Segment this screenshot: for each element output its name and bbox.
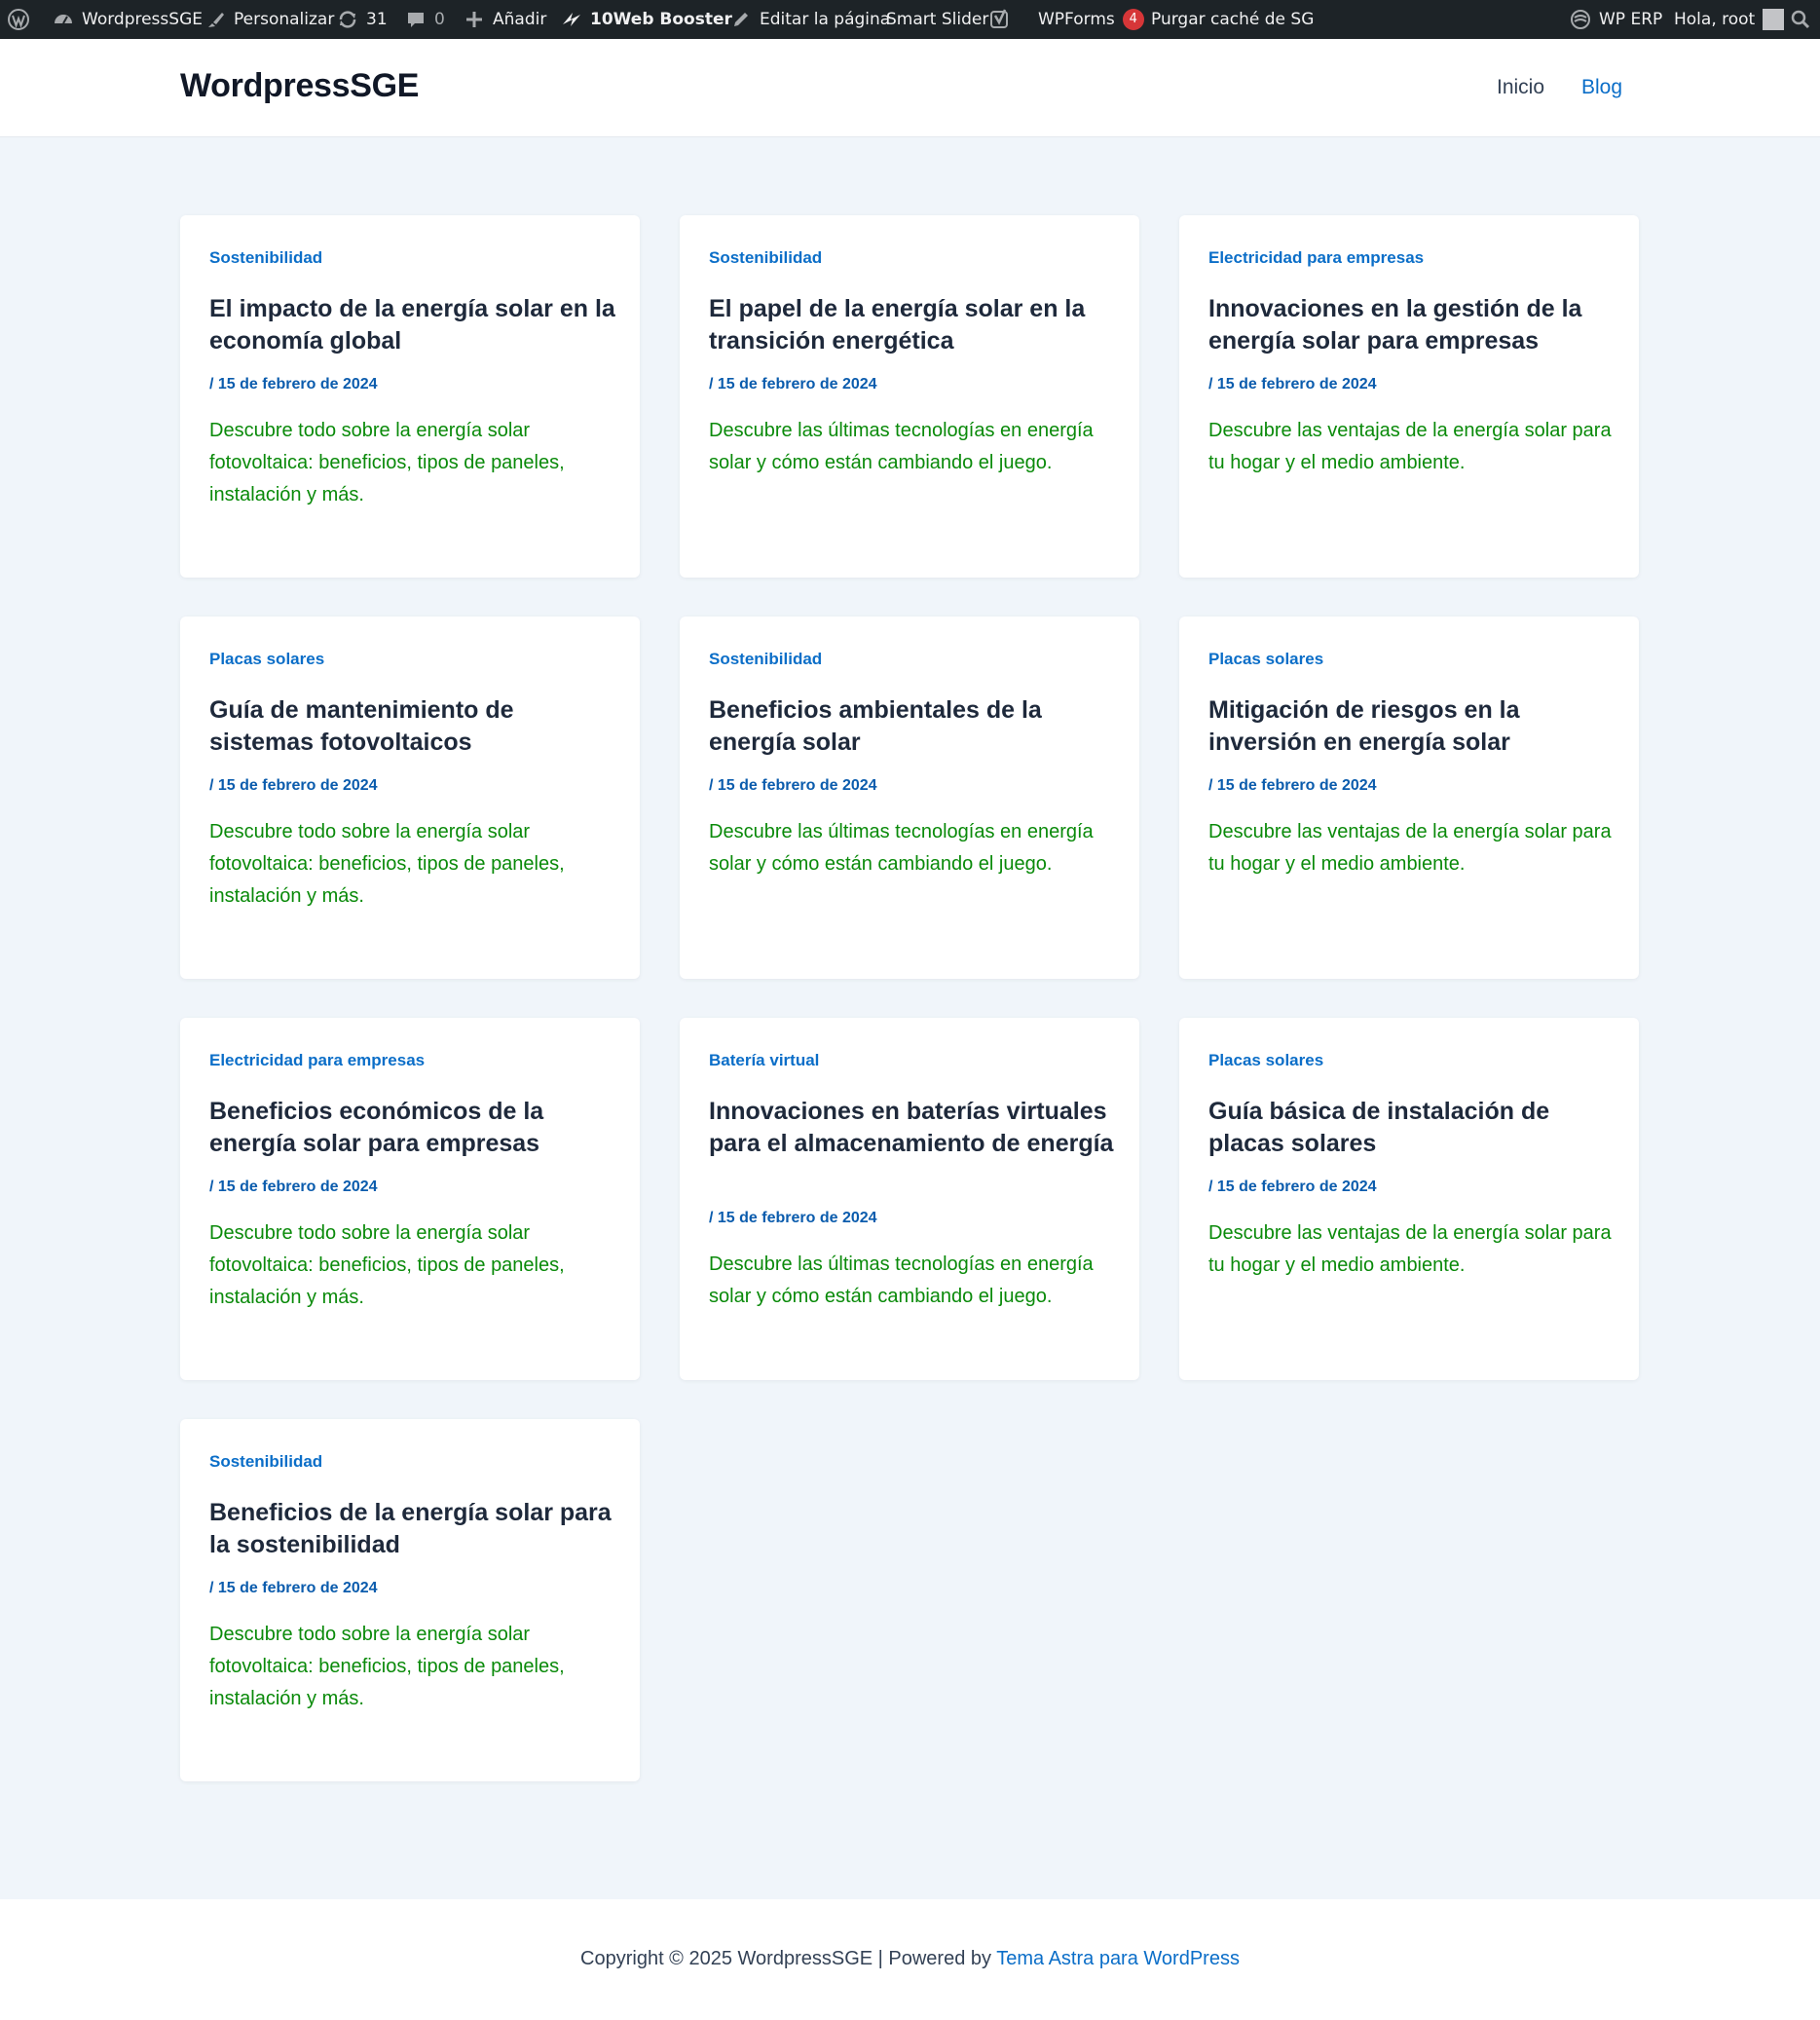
adminbar-account[interactable]: Hola, root xyxy=(1674,0,1785,39)
wp-logo-menu[interactable] xyxy=(8,0,29,39)
post-category[interactable]: Batería virtual xyxy=(709,1051,819,1070)
adminbar-edit-page[interactable]: Editar la página xyxy=(730,0,890,39)
adminbar-site-name[interactable]: WordpressSGE xyxy=(53,0,203,39)
post-title[interactable]: Mitigación de riesgos en la inversión en… xyxy=(1208,694,1617,759)
footer-theme-link[interactable]: Tema Astra para WordPress xyxy=(996,1948,1240,1969)
post-excerpt: Descubre las últimas tecnologías en ener… xyxy=(709,1253,1094,1307)
post-title[interactable]: Guía de mantenimiento de sistemas fotovo… xyxy=(209,694,618,759)
post-category[interactable]: Placas solares xyxy=(1208,1051,1323,1070)
post-date[interactable]: / 15 de febrero de 2024 xyxy=(1208,376,1377,393)
post-excerpt: Descubre las ventajas de la energía sola… xyxy=(1208,420,1612,473)
adminbar-wpforms[interactable]: WPForms 4 xyxy=(1038,0,1144,39)
comment-icon xyxy=(405,9,427,30)
adminbar-search[interactable] xyxy=(1790,0,1811,39)
site-title[interactable]: WordpressSGE xyxy=(180,67,419,105)
post-excerpt: Descubre las últimas tecnologías en ener… xyxy=(709,821,1094,875)
post-excerpt: Descubre las últimas tecnologías en ener… xyxy=(709,420,1094,473)
nav-item-blog[interactable]: Blog xyxy=(1581,76,1622,99)
site-footer: Copyright © 2025 WordpressSGE | Powered … xyxy=(0,1899,1820,2020)
adminbar-10web-booster[interactable]: 10Web Booster xyxy=(561,0,732,39)
nav-item-inicio[interactable]: Inicio xyxy=(1497,76,1544,99)
post-date[interactable]: / 15 de febrero de 2024 xyxy=(709,777,877,795)
post-date[interactable]: / 15 de febrero de 2024 xyxy=(209,1178,378,1196)
yoast-icon xyxy=(989,9,1011,30)
adminbar-add-new[interactable]: Añadir xyxy=(464,0,546,39)
post-title[interactable]: Innovaciones en baterías virtuales para … xyxy=(709,1096,1118,1160)
footer-copyright: Copyright © 2025 WordpressSGE | Powered … xyxy=(580,1948,1240,1969)
booster-icon xyxy=(561,9,582,30)
wordpress-icon xyxy=(8,9,29,30)
post-date[interactable]: / 15 de febrero de 2024 xyxy=(1208,777,1377,795)
post-title[interactable]: Beneficios económicos de la energía sola… xyxy=(209,1096,618,1160)
post-excerpt: Descubre todo sobre la energía solar fot… xyxy=(209,420,565,505)
erp-icon xyxy=(1570,9,1591,30)
paintbrush-icon xyxy=(204,9,226,30)
search-icon xyxy=(1790,9,1811,30)
post-date[interactable]: / 15 de febrero de 2024 xyxy=(209,376,378,393)
post-card: Sostenibilidad El impacto de la energía … xyxy=(180,215,640,578)
adminbar-wp-erp[interactable]: WP ERP xyxy=(1570,0,1662,39)
post-card: Sostenibilidad El papel de la energía so… xyxy=(680,215,1139,578)
post-excerpt: Descubre las ventajas de la energía sola… xyxy=(1208,821,1612,875)
adminbar-purge-cache[interactable]: Purgar caché de SG xyxy=(1151,0,1314,39)
adminbar-updates[interactable]: 31 xyxy=(337,0,388,39)
admin-bar: WordpressSGE Personalizar 31 0 Añadir 10… xyxy=(0,0,1820,39)
post-title[interactable]: Beneficios de la energía solar para la s… xyxy=(209,1497,618,1561)
post-category[interactable]: Sostenibilidad xyxy=(709,650,822,669)
post-category[interactable]: Placas solares xyxy=(1208,650,1323,669)
post-card: Placas solares Mitigación de riesgos en … xyxy=(1179,617,1639,979)
post-category[interactable]: Sostenibilidad xyxy=(209,1452,322,1472)
post-excerpt: Descubre todo sobre la energía solar fot… xyxy=(209,1624,565,1709)
site-header: WordpressSGE Inicio Blog xyxy=(0,39,1820,137)
post-category[interactable]: Sostenibilidad xyxy=(709,248,822,268)
post-card: Sostenibilidad Beneficios ambientales de… xyxy=(680,617,1139,979)
post-excerpt: Descubre las ventajas de la energía sola… xyxy=(1208,1222,1612,1276)
post-title[interactable]: El papel de la energía solar en la trans… xyxy=(709,293,1118,357)
notification-badge: 4 xyxy=(1122,9,1144,30)
pencil-icon xyxy=(730,9,752,30)
post-category[interactable]: Electricidad para empresas xyxy=(209,1051,425,1070)
post-excerpt: Descubre todo sobre la energía solar fot… xyxy=(209,821,565,907)
adminbar-customize[interactable]: Personalizar xyxy=(204,0,334,39)
adminbar-comments[interactable]: 0 xyxy=(405,0,445,39)
avatar xyxy=(1763,9,1785,30)
adminbar-yoast[interactable] xyxy=(989,0,1011,39)
post-card: Placas solares Guía básica de instalació… xyxy=(1179,1018,1639,1380)
post-date[interactable]: / 15 de febrero de 2024 xyxy=(1208,1178,1377,1196)
post-card: Batería virtual Innovaciones en baterías… xyxy=(680,1018,1139,1380)
post-card: Sostenibilidad Beneficios de la energía … xyxy=(180,1419,640,1781)
post-title[interactable]: Innovaciones en la gestión de la energía… xyxy=(1208,293,1617,357)
plus-icon xyxy=(464,9,485,30)
post-category[interactable]: Sostenibilidad xyxy=(209,248,322,268)
post-excerpt: Descubre todo sobre la energía solar fot… xyxy=(209,1222,565,1308)
post-title[interactable]: El impacto de la energía solar en la eco… xyxy=(209,293,618,357)
adminbar-smart-slider[interactable]: Smart Slider xyxy=(886,0,988,39)
post-date[interactable]: / 15 de febrero de 2024 xyxy=(709,376,877,393)
dashboard-icon xyxy=(53,9,74,30)
post-card: Electricidad para empresas Innovaciones … xyxy=(1179,215,1639,578)
post-title[interactable]: Beneficios ambientales de la energía sol… xyxy=(709,694,1118,759)
post-card: Placas solares Guía de mantenimiento de … xyxy=(180,617,640,979)
post-date[interactable]: / 15 de febrero de 2024 xyxy=(209,1580,378,1597)
post-date[interactable]: / 15 de febrero de 2024 xyxy=(209,777,378,795)
post-category[interactable]: Placas solares xyxy=(209,650,324,669)
post-date[interactable]: / 15 de febrero de 2024 xyxy=(709,1210,877,1227)
refresh-icon xyxy=(337,9,358,30)
post-category[interactable]: Electricidad para empresas xyxy=(1208,248,1424,268)
post-card: Electricidad para empresas Beneficios ec… xyxy=(180,1018,640,1380)
post-title[interactable]: Guía básica de instalación de placas sol… xyxy=(1208,1096,1617,1160)
